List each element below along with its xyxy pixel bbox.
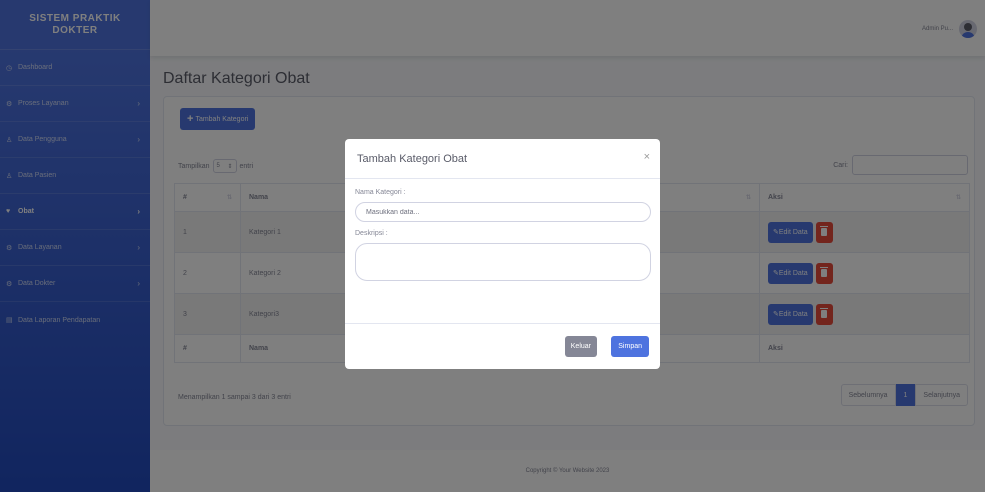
close-icon[interactable]: × <box>644 151 650 163</box>
modal-body: Nama Kategori : Deskripsi : <box>345 179 660 281</box>
modal-header: Tambah Kategori Obat × <box>345 139 660 179</box>
modal-title: Tambah Kategori Obat <box>357 152 468 165</box>
save-button[interactable]: Simpan <box>611 336 649 357</box>
add-category-modal: Tambah Kategori Obat × Nama Kategori : D… <box>345 139 660 369</box>
modal-footer: Keluar Simpan <box>345 323 660 369</box>
description-textarea[interactable] <box>355 243 651 281</box>
cancel-button[interactable]: Keluar <box>564 336 597 357</box>
category-name-input[interactable] <box>355 202 651 222</box>
description-label: Deskripsi : <box>355 230 388 237</box>
category-name-label: Nama Kategori : <box>355 189 406 196</box>
